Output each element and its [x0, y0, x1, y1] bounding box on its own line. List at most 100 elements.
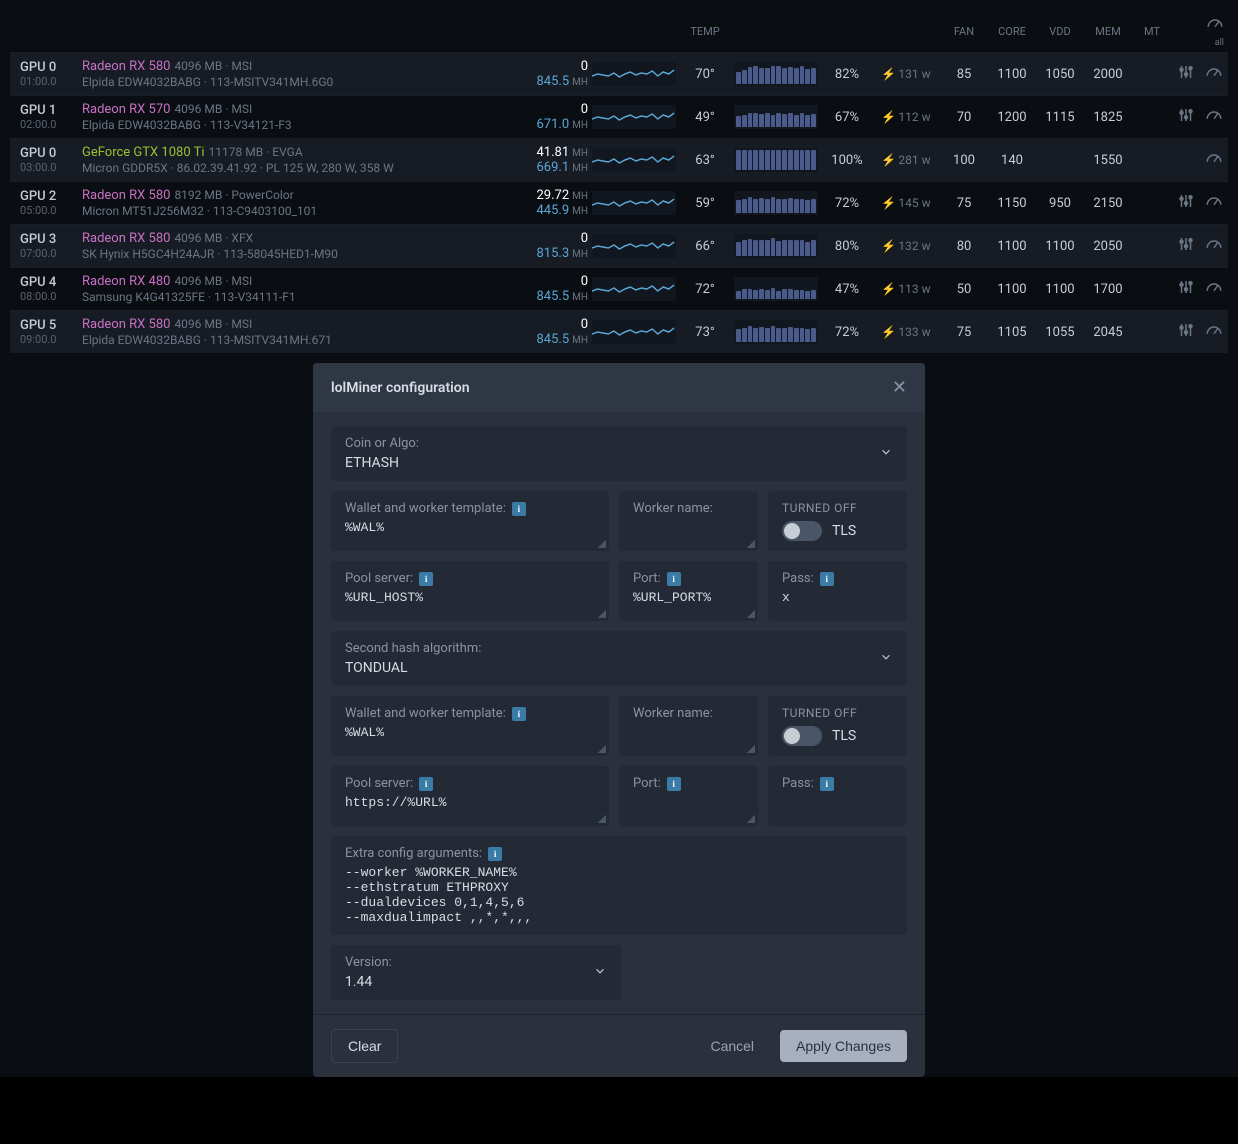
gpu-mem: 2000 [1084, 67, 1132, 82]
hashrate-2: 671.0 [536, 117, 569, 132]
worker-name-field-2[interactable]: Worker name: [619, 696, 758, 756]
gpu-fan: 75 [940, 325, 988, 340]
gpu-meta: 4096 MB · MSI [174, 59, 252, 73]
extra-args-field[interactable]: Extra config arguments:i --worker %WORKE… [331, 836, 907, 935]
overclock-icon[interactable] [1200, 149, 1228, 171]
gpu-fan: 70 [940, 110, 988, 125]
gpu-mem: 1550 [1084, 153, 1132, 168]
gpu-row[interactable]: GPU 3 07:00.0 Radeon RX 580 4096 MB · XF… [10, 224, 1228, 267]
second-algo-select[interactable]: Second hash algorithm: TONDUAL [331, 631, 907, 686]
gpu-chip: SK Hynix H5GC4H24AJR · 113-58045HED1-M90 [82, 247, 516, 261]
info-icon[interactable]: i [419, 572, 433, 586]
info-icon[interactable]: i [488, 847, 502, 861]
tune-icon[interactable] [1172, 63, 1200, 85]
port-field-2[interactable]: Port:i [619, 766, 758, 826]
gpu-row[interactable]: GPU 0 03:00.0 GeForce GTX 1080 Ti 11178 … [10, 138, 1228, 181]
gpu-vdd: 1055 [1036, 325, 1084, 340]
gpu-vdd: 1115 [1036, 110, 1084, 125]
gpu-row[interactable]: GPU 0 01:00.0 Radeon RX 580 4096 MB · MS… [10, 52, 1228, 95]
gpu-row[interactable]: GPU 4 08:00.0 Radeon RX 480 4096 MB · MS… [10, 267, 1228, 310]
gpu-load: 67% [822, 110, 872, 125]
second-algo-value: TONDUAL [345, 660, 481, 676]
gpu-meta: 8192 MB · PowerColor [174, 188, 293, 202]
gpu-bus: 08:00.0 [10, 290, 82, 303]
gpu-load: 72% [822, 196, 872, 211]
col-temp: TEMP [680, 25, 730, 38]
tune-icon[interactable] [1172, 278, 1200, 300]
close-icon[interactable]: ✕ [892, 377, 907, 398]
gpu-row[interactable]: GPU 2 05:00.0 Radeon RX 580 8192 MB · Po… [10, 181, 1228, 224]
gpu-temp: 72° [680, 282, 730, 297]
second-algo-label: Second hash algorithm: [345, 641, 481, 656]
coin-algo-select[interactable]: Coin or Algo: ETHASH [331, 426, 907, 481]
cancel-button[interactable]: Cancel [694, 1030, 770, 1062]
tune-icon[interactable] [1172, 235, 1200, 257]
hashrate-1: 0 [581, 231, 588, 246]
tls-switch-1[interactable] [782, 521, 822, 541]
gpu-fan: 80 [940, 239, 988, 254]
overclock-all-button[interactable]: all [1200, 14, 1228, 48]
gpu-power: ⚡133 w [872, 325, 940, 339]
hashrate-1: 0 [581, 59, 588, 74]
temp-sparkline [592, 148, 676, 172]
gpu-row[interactable]: GPU 1 02:00.0 Radeon RX 570 4096 MB · MS… [10, 95, 1228, 138]
gpu-model: Radeon RX 580 [82, 231, 170, 246]
gpu-model: Radeon RX 570 [82, 102, 170, 117]
overclock-icon[interactable] [1200, 278, 1228, 300]
gpu-id: GPU 1 [10, 103, 82, 118]
gpu-mem: 2150 [1084, 196, 1132, 211]
gpu-chip: Micron MT51J256M32 · 113-C9403100_101 [82, 204, 516, 218]
info-icon[interactable]: i [820, 777, 834, 791]
pass-field-1[interactable]: Pass:i x [768, 561, 907, 621]
overclock-icon[interactable] [1200, 235, 1228, 257]
gpu-core: 1100 [988, 239, 1036, 254]
overclock-icon[interactable] [1200, 106, 1228, 128]
tune-icon[interactable] [1172, 106, 1200, 128]
gpu-id: GPU 0 [10, 60, 82, 75]
info-icon[interactable]: i [667, 572, 681, 586]
gpu-mem: 2045 [1084, 325, 1132, 340]
overclock-icon[interactable] [1200, 192, 1228, 214]
gpu-power: ⚡112 w [872, 110, 940, 124]
info-icon[interactable]: i [820, 572, 834, 586]
gpu-chip: Elpida EDW4032BABG · 113-V34121-F3 [82, 118, 516, 132]
gpu-temp: 49° [680, 110, 730, 125]
overclock-icon[interactable] [1200, 321, 1228, 343]
tune-icon[interactable] [1172, 192, 1200, 214]
hashrate-2: 669.1 [536, 160, 569, 175]
temp-sparkline [592, 105, 676, 129]
pool-server-field-2[interactable]: Pool server:i https://%URL% [331, 766, 609, 826]
gpu-row[interactable]: GPU 5 09:00.0 Radeon RX 580 4096 MB · MS… [10, 310, 1228, 353]
overclock-icon[interactable] [1200, 63, 1228, 85]
port-field-1[interactable]: Port:i %URL_PORT% [619, 561, 758, 621]
worker-name-field-1[interactable]: Worker name: [619, 491, 758, 551]
tls-toggle-1: TURNED OFF TLS [768, 491, 907, 551]
chevron-down-icon [879, 445, 893, 463]
hashrate-2: 445.9 [536, 203, 569, 218]
gpu-load: 80% [822, 239, 872, 254]
temp-sparkline [592, 277, 676, 301]
wallet-template-field-2[interactable]: Wallet and worker template:i %WAL% [331, 696, 609, 756]
hashrate-1: 0 [581, 317, 588, 332]
pool-server-field-1[interactable]: Pool server:i %URL_HOST% [331, 561, 609, 621]
gpu-core: 1100 [988, 282, 1036, 297]
gpu-vdd: 1050 [1036, 67, 1084, 82]
gpu-load: 72% [822, 325, 872, 340]
version-select[interactable]: Version: 1.44 [331, 945, 621, 1000]
tls-switch-2[interactable] [782, 726, 822, 746]
info-icon[interactable]: i [512, 707, 526, 721]
info-icon[interactable]: i [512, 502, 526, 516]
pass-field-2[interactable]: Pass:i [768, 766, 907, 826]
gpu-fan: 75 [940, 196, 988, 211]
clear-button[interactable]: Clear [331, 1029, 398, 1063]
tune-icon[interactable] [1172, 321, 1200, 343]
info-icon[interactable]: i [419, 777, 433, 791]
coin-algo-label: Coin or Algo: [345, 436, 419, 451]
load-bars [734, 148, 818, 172]
gpu-id: GPU 4 [10, 275, 82, 290]
info-icon[interactable]: i [667, 777, 681, 791]
wallet-template-field-1[interactable]: Wallet and worker template:i %WAL% [331, 491, 609, 551]
apply-button[interactable]: Apply Changes [780, 1030, 907, 1062]
gpu-vdd: 1100 [1036, 239, 1084, 254]
gpu-fan: 50 [940, 282, 988, 297]
